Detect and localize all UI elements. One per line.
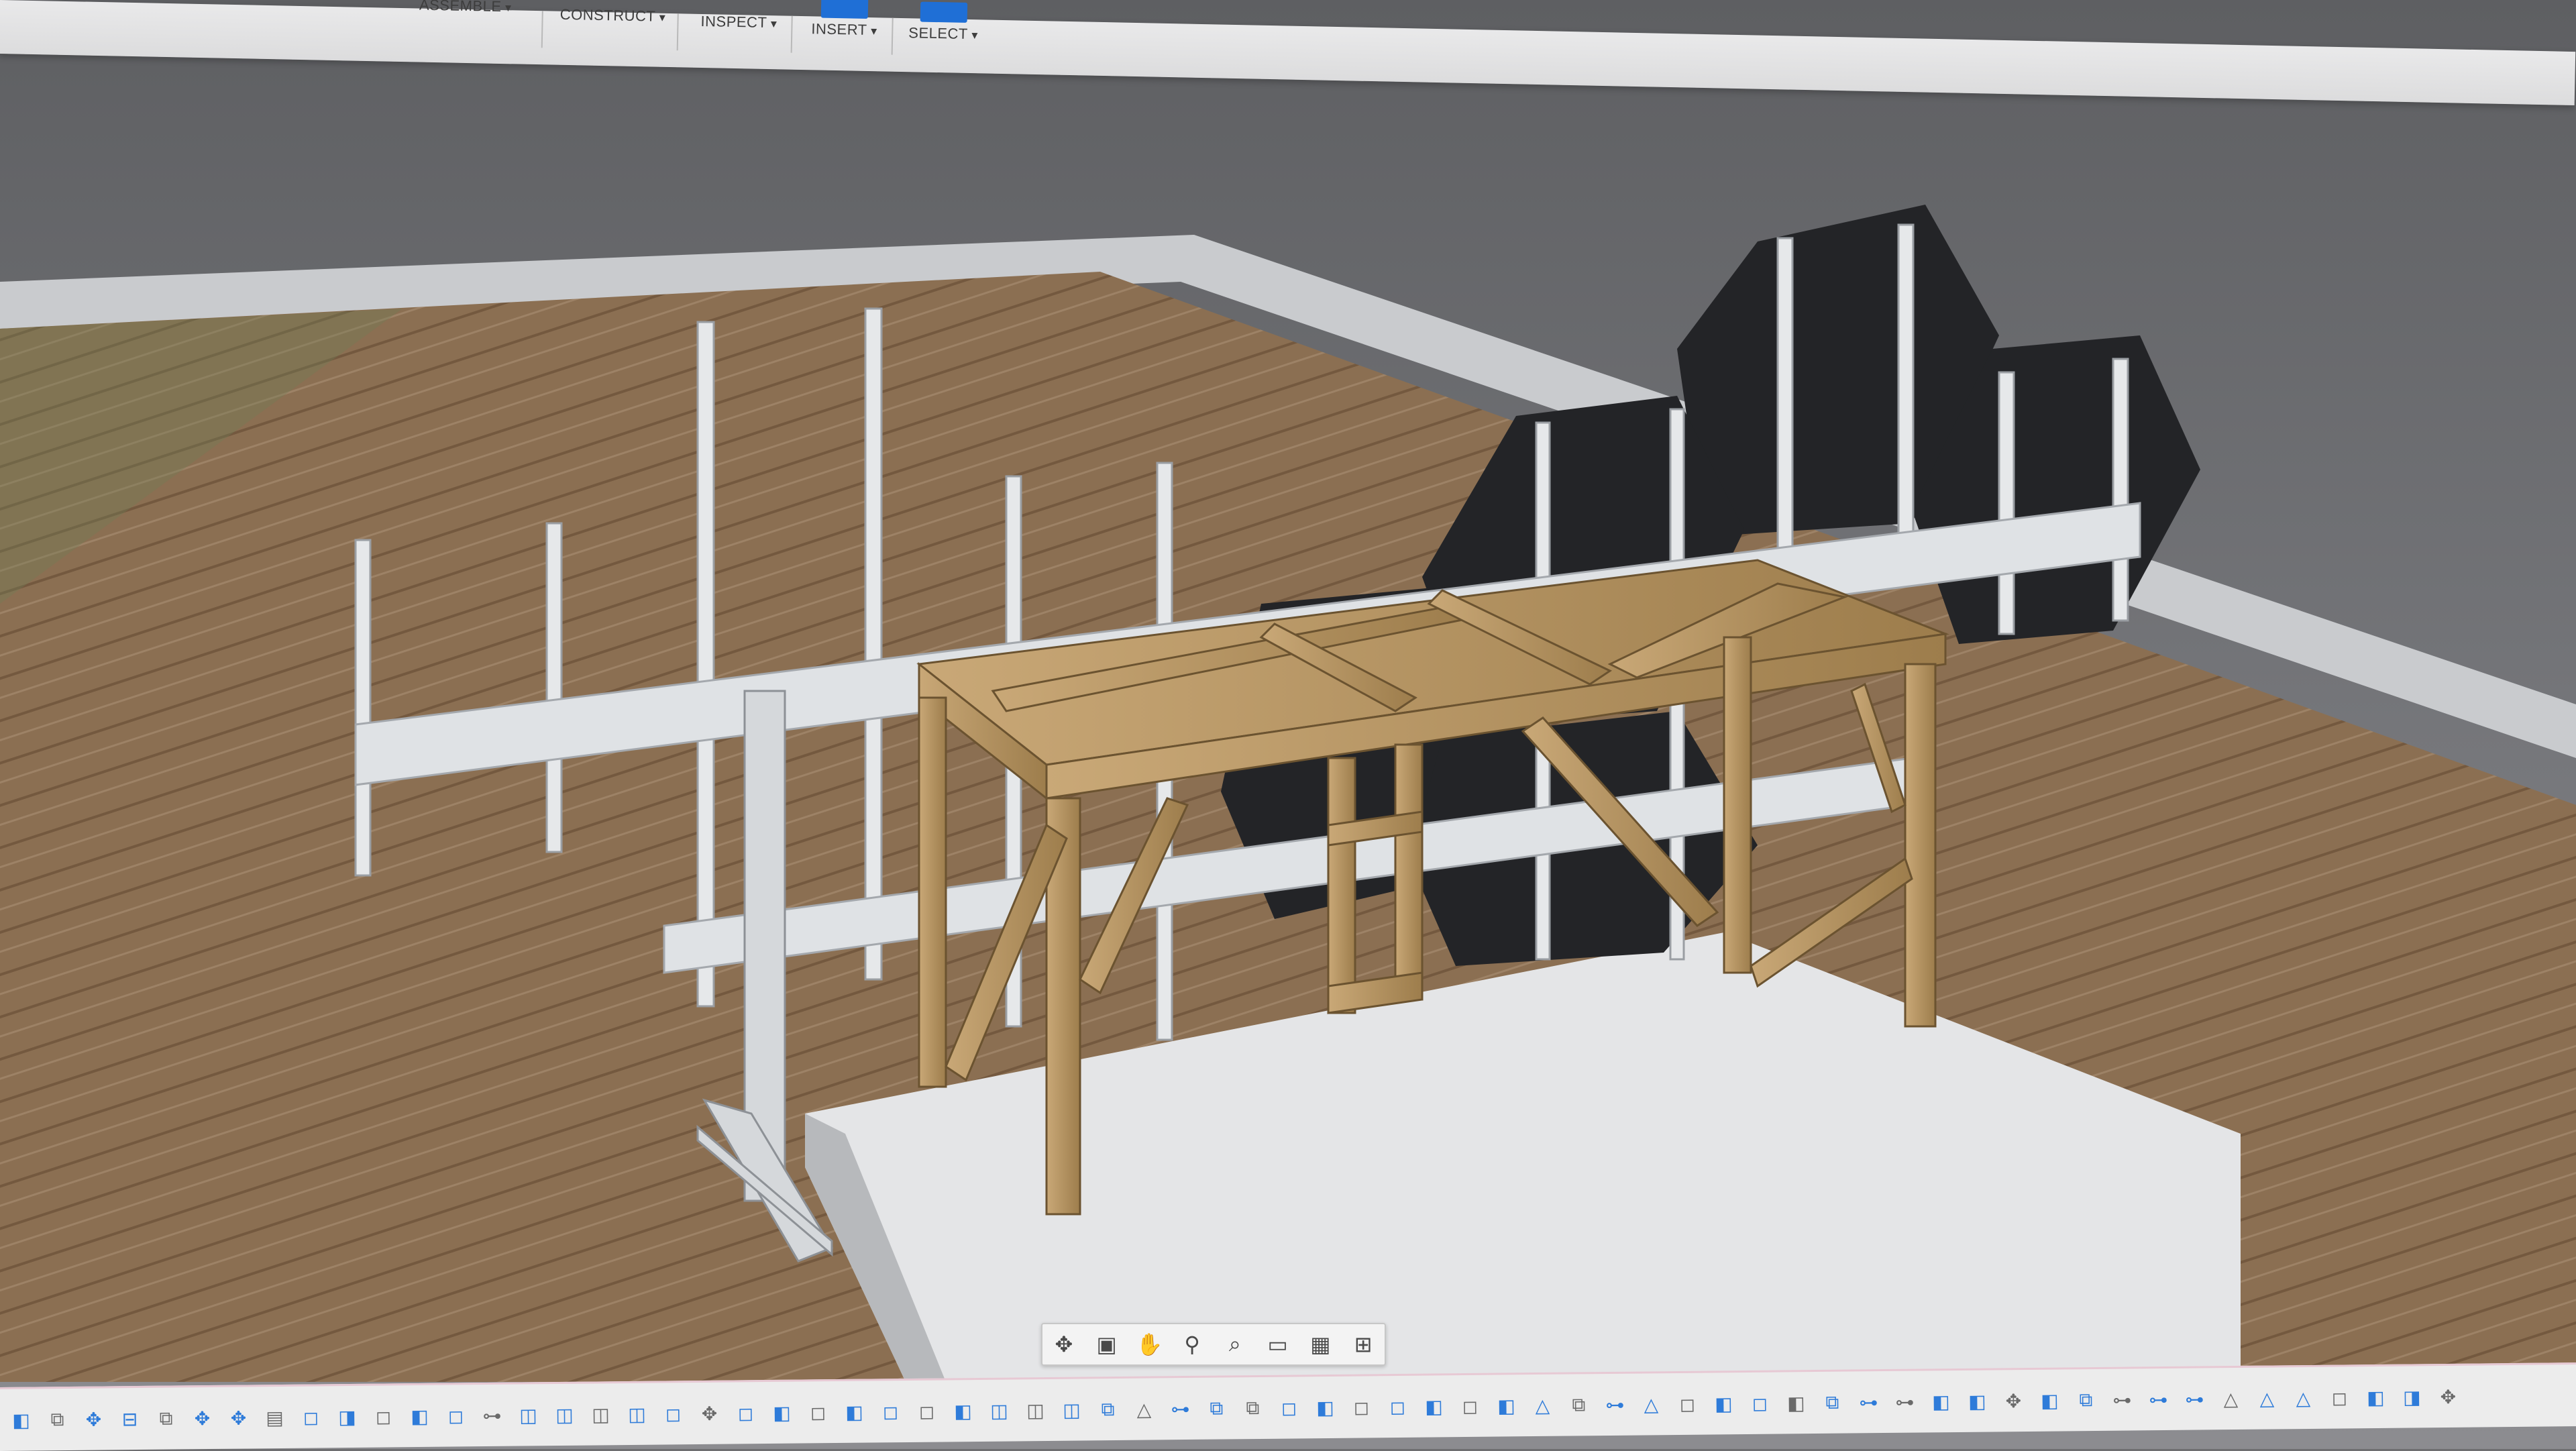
timeline-feature-icon[interactable]: ◧ (1491, 1391, 1521, 1420)
assemble-menu[interactable]: ASSEMBLE (419, 0, 512, 15)
timeline-feature-icon[interactable]: ◨ (2397, 1382, 2426, 1411)
timeline-feature-icon[interactable]: ◻ (1455, 1391, 1485, 1421)
timeline-feature-icon[interactable]: ◻ (912, 1397, 941, 1426)
construct-label: CONSTRUCT (559, 6, 665, 25)
timeline-feature-icon[interactable]: ⊶ (2180, 1384, 2209, 1413)
timeline-feature-icon[interactable]: ◻ (875, 1397, 905, 1426)
toolbar-divider (790, 15, 793, 53)
timeline-feature-icon[interactable]: ✥ (1998, 1386, 2028, 1415)
timeline-feature-icon[interactable]: ⊶ (1165, 1394, 1195, 1423)
timeline-feature-icon[interactable]: ✥ (2433, 1382, 2463, 1411)
construct-menu[interactable]: CONSTRUCT (559, 6, 665, 25)
timeline-feature-icon[interactable]: ◧ (405, 1401, 434, 1431)
timeline-feature-icon[interactable]: ✥ (187, 1403, 217, 1433)
timeline-feature-icon[interactable]: ◧ (1962, 1386, 1992, 1415)
timeline-feature-icon[interactable]: ◧ (948, 1396, 977, 1426)
timeline-feature-icon[interactable]: ⊶ (477, 1401, 506, 1430)
toolbar-divider (676, 13, 679, 51)
timeline-feature-icon[interactable]: ⧉ (1201, 1393, 1231, 1423)
timeline-feature-icon[interactable]: ◧ (1310, 1393, 1340, 1422)
insert-menu[interactable]: INSERT (811, 0, 878, 39)
timeline-feature-icon[interactable]: ◧ (1781, 1388, 1811, 1417)
timeline-feature-icon[interactable]: △ (2216, 1384, 2245, 1413)
select-label: SELECT (908, 24, 978, 43)
timeline-feature-icon[interactable]: ◻ (658, 1399, 688, 1428)
insert-label: INSERT (811, 20, 877, 39)
timeline-feature-icon[interactable]: △ (2288, 1383, 2318, 1413)
timeline-feature-icon[interactable]: ✥ (694, 1399, 724, 1428)
timeline-feature-icon[interactable]: ◻ (1745, 1389, 1774, 1418)
timeline-feature-icon[interactable]: ✥ (223, 1403, 253, 1432)
orbit-icon[interactable]: ✥ (1048, 1331, 1080, 1358)
timeline-feature-icon[interactable]: ⊟ (115, 1404, 144, 1434)
display-settings-icon[interactable]: ▭ (1262, 1331, 1294, 1358)
timeline-feature-icon[interactable]: ⧉ (151, 1403, 180, 1433)
zoom-icon[interactable]: ⚲ (1176, 1331, 1208, 1358)
toolbar-divider (891, 17, 894, 55)
timeline-feature-icon[interactable]: ◧ (2361, 1383, 2390, 1412)
timeline-feature-icon[interactable]: ⧉ (1238, 1393, 1267, 1423)
timeline-feature-icon[interactable]: ◻ (1672, 1389, 1702, 1419)
timeline-feature-icon[interactable]: ⧉ (42, 1405, 72, 1434)
navigation-bar: ✥ ▣ ✋ ⚲ ⌕ ▭ ▦ ⊞ (1041, 1323, 1386, 1366)
timeline-feature-icon[interactable]: ◫ (549, 1400, 579, 1430)
toolbar-divider (541, 11, 543, 48)
timeline-feature-icon[interactable]: ◻ (1346, 1392, 1376, 1421)
timeline-feature-icon[interactable]: ◧ (767, 1398, 796, 1428)
timeline-feature-icon[interactable]: ◧ (839, 1397, 869, 1427)
timeline-feature-icon[interactable]: ◫ (513, 1400, 543, 1430)
timeline-feature-icon[interactable]: ◧ (1709, 1389, 1738, 1418)
timeline-feature-icon[interactable]: △ (1527, 1391, 1557, 1420)
timeline-feature-icon[interactable]: ◨ (332, 1402, 362, 1432)
look-at-icon[interactable]: ▣ (1091, 1331, 1123, 1358)
timeline-feature-icon[interactable]: ▤ (260, 1403, 289, 1432)
timeline-feature-icon[interactable]: ⊶ (2143, 1385, 2173, 1414)
3d-viewport[interactable] (0, 0, 2576, 1449)
timeline-feature-icon[interactable]: △ (1129, 1394, 1159, 1423)
assemble-label: ASSEMBLE (419, 0, 512, 15)
insert-icon (820, 0, 869, 19)
timeline-feature-icon[interactable]: ⧉ (2071, 1385, 2100, 1415)
inspect-label: INSPECT (700, 13, 777, 32)
timeline-feature-icon[interactable]: ◧ (6, 1405, 36, 1434)
select-menu[interactable]: SELECT (908, 1, 979, 43)
timeline-feature-icon[interactable]: ◫ (586, 1399, 615, 1429)
timeline-feature-icon[interactable]: ◫ (984, 1395, 1014, 1425)
timeline-feature-icon[interactable]: ⧉ (1564, 1390, 1593, 1419)
timeline-feature-icon[interactable]: ◫ (1057, 1395, 1086, 1424)
timeline-feature-icon[interactable]: ◧ (1419, 1391, 1448, 1421)
timeline-feature-icon[interactable]: ◻ (368, 1401, 398, 1431)
pan-icon[interactable]: ✋ (1133, 1331, 1165, 1358)
timeline-feature-icon[interactable]: ◻ (1274, 1393, 1303, 1422)
timeline-feature-icon[interactable]: △ (1636, 1389, 1666, 1419)
timeline-feature-icon[interactable]: ⊶ (1854, 1387, 1883, 1417)
timeline-feature-icon[interactable]: ⧉ (1817, 1388, 1847, 1417)
viewports-icon[interactable]: ⊞ (1347, 1331, 1379, 1358)
timeline-feature-icon[interactable]: ⊶ (2107, 1385, 2137, 1414)
timeline-feature-icon[interactable]: ⊶ (1600, 1390, 1629, 1419)
timeline-feature-icon[interactable]: ◻ (1383, 1392, 1412, 1421)
timeline-feature-icon[interactable]: ◻ (441, 1401, 470, 1430)
fit-icon[interactable]: ⌕ (1219, 1331, 1251, 1358)
timeline-feature-icon[interactable]: △ (2252, 1383, 2282, 1413)
timeline-feature-icon[interactable]: ✥ (78, 1404, 108, 1434)
inspect-menu[interactable]: INSPECT (700, 13, 777, 32)
timeline-feature-icon[interactable]: ◻ (731, 1398, 760, 1428)
timeline-feature-icon[interactable]: ⧉ (1093, 1395, 1122, 1424)
timeline-feature-icon[interactable]: ◻ (803, 1397, 833, 1427)
select-arrow-icon (920, 1, 968, 23)
timeline-feature-icon[interactable]: ◻ (2324, 1383, 2354, 1412)
timeline-feature-icon[interactable]: ◧ (2035, 1385, 2064, 1415)
timeline-feature-icon[interactable]: ⊶ (1890, 1387, 1919, 1417)
grid-icon[interactable]: ▦ (1304, 1331, 1336, 1358)
timeline-feature-icon[interactable]: ◫ (1020, 1395, 1050, 1425)
timeline-feature-icon[interactable]: ◫ (622, 1399, 651, 1429)
timeline-feature-icon[interactable]: ◻ (296, 1402, 325, 1432)
timeline-feature-icon[interactable]: ◧ (1926, 1387, 1955, 1416)
